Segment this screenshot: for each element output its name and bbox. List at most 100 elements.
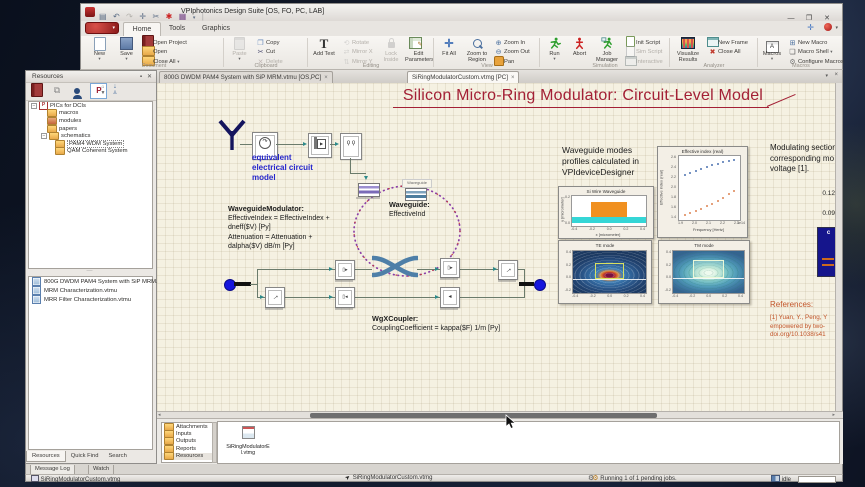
lock-filter-icons[interactable]: ⌂▼ [98,84,108,96]
data-point-TM [706,205,708,207]
tick-label: 0.2 [624,294,629,298]
new-frame-button[interactable]: New Frame [707,38,748,48]
output-port[interactable] [534,279,546,291]
splitter-handle[interactable]: ┄┄ [28,269,151,274]
mirror-x-icon: ⇄ [341,48,352,56]
library-book-icon[interactable] [29,83,44,97]
tab-close-icon[interactable]: × [324,75,328,81]
save-icon[interactable]: ▤ [99,12,107,21]
record-icon[interactable] [824,23,832,31]
references-text: [1] Yuan, Y., Peng, Yempowered by two-do… [770,314,837,340]
abort-icon[interactable]: ✱ [166,12,173,21]
cut-button[interactable]: ✂Cut [255,48,283,58]
group-label: Editing [309,63,433,69]
mirror-x-button[interactable]: ⇄Mirror X [341,48,373,58]
lower-out-block[interactable]: ◂ [440,287,460,308]
tm-mode-plot[interactable]: TM mode 0.40.20.0-0.2 -0.4-0.20.00.20.4 [658,240,750,304]
effective-index-plot[interactable]: Effective index (real) 2.62.42.22.01.81.… [657,146,748,238]
doc-tab-siring[interactable]: SiRingModulatorCustom.vtmg [PC]× [407,71,519,83]
tick-label: -0.2 [590,294,596,298]
taskbar-item[interactable]: ➤ SiRingModulatorCustom.vtmg [346,475,432,482]
waveguide-modulator-block[interactable] [358,183,380,197]
tab-list-dropdown-icon[interactable]: ▾ [825,73,828,79]
file-menu-button[interactable]: ▾ [85,22,119,34]
horizontal-scrollbar[interactable]: ◂ ▸ [157,411,843,419]
file-item[interactable]: MRR Filter Characterization.vtmu [29,295,152,304]
tick-label: 1.8 [666,195,676,199]
coupler-in-block[interactable]: ▯▸ [335,260,355,280]
pin-icon[interactable]: ▪ [140,71,142,83]
schematic-canvas[interactable]: Silicon Micro-Ring Modulator: Circuit-Le… [157,83,837,411]
cut-icon[interactable]: ✂ [152,12,159,21]
hierarchy-icon[interactable]: ⧉ [49,83,64,97]
folder-icon [164,452,174,460]
tab-close-icon[interactable]: × [511,75,515,81]
data-point-TM [695,210,697,212]
pointer-icon: ➤ [344,474,352,483]
file-item[interactable]: MRM Characterization.vtmu [29,286,152,295]
tree-item-pam4-wdm[interactable]: PAM4 WDM System [29,140,152,148]
output-attenuator-block[interactable]: → [498,260,518,280]
te-mode-plot[interactable]: TE mode 0.40.20.0-0.2 -0.4-0.20.00.20.4 [558,240,652,304]
data-point-TE [733,159,735,161]
antenna-icon[interactable] [217,119,247,152]
panel-close-icon[interactable]: ✕ [147,71,152,83]
record-dropdown-icon[interactable]: ▾ [835,25,838,31]
user-icon[interactable] [70,83,85,97]
tick-label: 0.2 [661,263,671,267]
title-underline [393,107,769,108]
new-macro-button[interactable]: ⊞New Macro [787,38,844,48]
scrollbar-thumb[interactable] [310,413,657,418]
zoom-in-button[interactable]: ⊕Zoom In [493,38,530,48]
sort-user-icons[interactable]: ⇣♙ [110,84,120,96]
tab-graphics[interactable]: Graphics [195,22,237,36]
macro-shell-button[interactable]: ❏Macro Shell ▾ [787,48,844,58]
plot-area [678,155,741,221]
tab-quick-find[interactable]: Quick Find [66,451,104,462]
tick-label: 0.0 [706,294,711,298]
vertical-scrollbar[interactable] [835,83,842,411]
scroll-left-icon[interactable]: ◂ [158,412,161,418]
tree-item-modules[interactable]: modules [29,117,152,125]
collapse-icon[interactable]: − [41,133,47,139]
tab-search[interactable]: Search [103,451,131,462]
wire [240,144,252,145]
rotate-button[interactable]: ⟲Rotate [341,38,373,48]
analyzer-close-all-button[interactable]: ✖Close All [707,48,748,58]
coupler-out-block[interactable]: ▯▸ [440,258,460,278]
undo-icon[interactable]: ↶ [113,12,120,21]
coupler-note: WgXCoupler: CouplingCoefficient = kappa(… [372,314,572,333]
magnifier-icon [463,37,491,51]
file-item[interactable]: 800G DWDM PAM4 System with SiP MRM.vtmu [29,277,152,286]
x-coupler[interactable] [372,253,418,280]
probe-block[interactable]: ϙ ϙ [340,133,362,160]
group-label: Simulation [541,63,669,69]
wire [353,297,440,298]
resource-item[interactable]: SiRingModulatorEl.vtmg [226,426,270,456]
tabbar-close-icon[interactable]: × [834,72,838,78]
tab-resources[interactable]: Resources [26,451,66,462]
si-wire-plot[interactable]: Si Wire Waveguide 0.20.0 -0.4-0.20.00.20… [558,186,654,239]
tab-tools[interactable]: Tools [161,22,193,36]
scroll-right-icon[interactable]: ▸ [832,412,835,418]
block-icon: ▯▸ [443,261,457,275]
equivalent-circuit-note: equivalentelectrical circuitmodel [252,153,313,183]
fit-all-icon[interactable]: ✛ [139,12,146,21]
tree-item-qam-coherent[interactable]: QAM Coherent System [29,148,152,156]
redo-icon[interactable]: ↷ [126,12,133,21]
doc-tab-800g[interactable]: 800G DWDM PAM4 System with SiP MRM.vtmu … [159,71,333,83]
collapse-icon[interactable]: − [31,103,37,109]
data-point-TE [722,161,724,163]
lower-coupler-block[interactable]: ▯◂ [335,287,355,308]
wire-arrow [329,295,333,299]
folder-item-resources[interactable]: Resources [162,453,212,460]
taskbar-item[interactable]: SiRingModulatorCustom.vtmg [31,475,120,482]
wire-arrow [329,267,333,271]
tree-item-papers[interactable]: papers [29,125,152,133]
layout-icon[interactable]: ✛ [807,23,814,32]
group-label: Clipboard [225,63,307,69]
copy-button[interactable]: ❐Copy [255,38,283,48]
tick-label: -0.4 [571,227,577,231]
plot-title: Si Wire Waveguide [559,189,653,194]
attenuator-block[interactable]: → [265,287,285,308]
